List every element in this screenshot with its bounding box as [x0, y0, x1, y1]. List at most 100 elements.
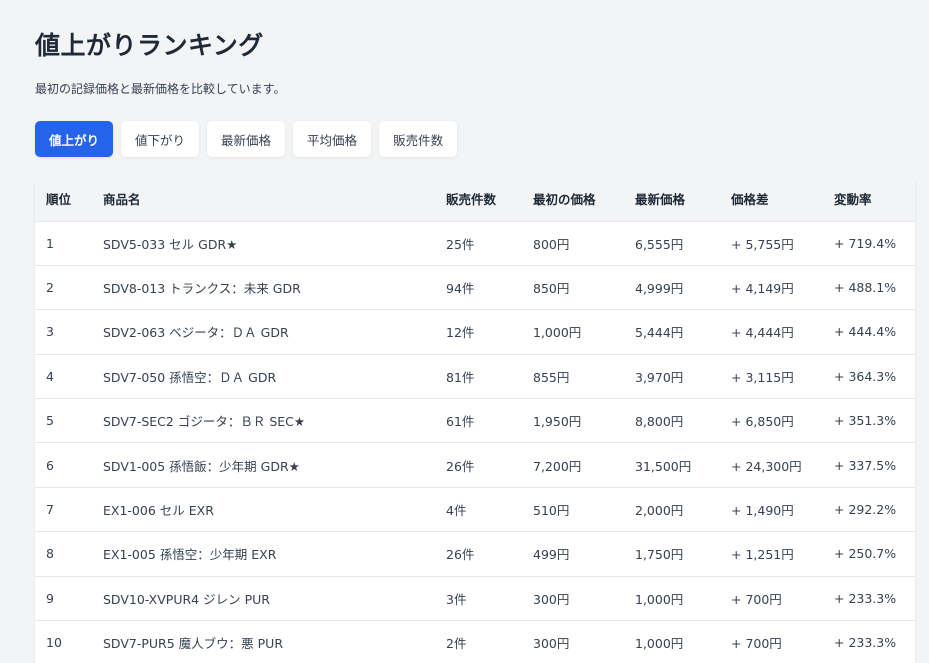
table-row[interactable]: 7 EX1-006 セル EXR 4件 510円 2,000円 + 1,490円 + 292… — [35, 486, 915, 532]
header-rank: 順位 — [46, 192, 72, 208]
rank-cell: 8 — [35, 531, 92, 577]
page-subtitle: 最初の記録価格と最新価格を比較しています。 — [35, 82, 286, 96]
first-price-cell: 499円 — [522, 531, 624, 577]
table-row[interactable]: 3 SDV2-063 ベジータ：ＤＡ GDR 12件 1,000円 5,444円 + 4,… — [35, 309, 915, 355]
change-rate-cell: + 444.4% — [823, 309, 915, 355]
header-first-price: 最初の価格 — [533, 192, 596, 208]
rank-cell: 4 — [35, 353, 92, 399]
ranking-table: 順位 商品名 販売件数 最初の価格 最新価格 価格差 変動率 1 SDV5-033… — [35, 177, 915, 663]
rank-cell: 9 — [35, 575, 92, 621]
rank-cell: 2 — [35, 264, 92, 310]
product-name-cell: SDV7-SEC2 ゴジータ：ＢＲ SEC★ — [92, 398, 435, 443]
first-price-cell: 300円 — [522, 575, 624, 621]
ranking-page: 値上がりランキング 最初の記録価格と最新価格を比較しています。 値上がり 値下が… — [0, 0, 929, 663]
table-row[interactable]: 5 SDV7-SEC2 ゴジータ：ＢＲ SEC★ 61件 1,950円 8,800円 + … — [35, 398, 915, 443]
price-diff-cell: + 24,300円 — [720, 442, 823, 488]
change-rate-cell: + 488.1% — [823, 264, 915, 310]
latest-price-cell: 1,750円 — [624, 531, 720, 577]
header-change-rate: 変動率 — [834, 192, 872, 208]
price-diff-cell: + 3,115円 — [720, 353, 823, 399]
tab-sales-count[interactable]: 販売件数 — [379, 121, 458, 157]
change-rate-cell: + 719.4% — [823, 220, 915, 266]
table-row[interactable]: 9 SDV10-XVPUR4 ジレン PUR 3件 300円 1,000円 + 700円 +… — [35, 575, 915, 621]
header-latest-price: 最新価格 — [635, 192, 686, 208]
first-price-cell: 855円 — [522, 353, 624, 399]
price-diff-cell: + 1,251円 — [720, 531, 823, 577]
header-price-diff: 価格差 — [731, 192, 769, 208]
product-name-cell: SDV2-063 ベジータ：ＤＡ GDR — [92, 309, 435, 355]
product-name-cell: SDV7-PUR5 魔人ブウ：悪 PUR — [92, 620, 435, 663]
product-name-cell: SDV8-013 トランクス：未来 GDR — [92, 264, 435, 310]
sales-count-cell: 12件 — [435, 309, 522, 355]
rank-cell: 7 — [35, 486, 92, 532]
rank-cell: 6 — [35, 442, 92, 488]
first-price-cell: 1,000円 — [522, 309, 624, 355]
sales-count-cell: 3件 — [435, 575, 522, 621]
change-rate-cell: + 292.2% — [823, 486, 915, 532]
sales-count-cell: 26件 — [435, 531, 522, 577]
product-name-cell: SDV7-050 孫悟空：ＤＡ GDR — [92, 353, 435, 399]
rank-cell: 5 — [35, 398, 92, 443]
price-diff-cell: + 4,444円 — [720, 309, 823, 355]
tab-price-increase[interactable]: 値上がり — [35, 121, 114, 157]
sales-count-cell: 2件 — [435, 620, 522, 663]
table-row[interactable]: 4 SDV7-050 孫悟空：ＤＡ GDR 81件 855円 3,970円 + 3,115… — [35, 353, 915, 399]
table-row[interactable]: 1 SDV5-033 セル GDR★ 25件 800円 6,555円 + 5,755円 + … — [35, 220, 915, 266]
tab-latest-price[interactable]: 最新価格 — [207, 121, 286, 157]
tab-price-decrease[interactable]: 値下がり — [121, 121, 200, 157]
latest-price-cell: 5,444円 — [624, 309, 720, 355]
first-price-cell: 7,200円 — [522, 442, 624, 488]
product-name-cell: SDV1-005 孫悟飯：少年期 GDR★ — [92, 442, 435, 488]
table-header-row: 順位 商品名 販売件数 最初の価格 最新価格 価格差 変動率 — [35, 177, 915, 221]
table-row[interactable]: 2 SDV8-013 トランクス：未来 GDR 94件 850円 4,999円 + 4,1… — [35, 264, 915, 310]
sales-count-cell: 61件 — [435, 398, 522, 443]
change-rate-cell: + 250.7% — [823, 531, 915, 577]
first-price-cell: 1,950円 — [522, 398, 624, 443]
price-diff-cell: + 700円 — [720, 575, 823, 621]
latest-price-cell: 31,500円 — [624, 442, 720, 488]
latest-price-cell: 3,970円 — [624, 353, 720, 399]
latest-price-cell: 1,000円 — [624, 620, 720, 663]
price-diff-cell: + 700円 — [720, 620, 823, 663]
tab-average-price[interactable]: 平均価格 — [293, 121, 372, 157]
latest-price-cell: 2,000円 — [624, 486, 720, 532]
change-rate-cell: + 233.3% — [823, 575, 915, 621]
ranking-tabs: 値上がり 値下がり 最新価格 平均価格 販売件数 — [35, 121, 458, 157]
latest-price-cell: 1,000円 — [624, 575, 720, 621]
first-price-cell: 850円 — [522, 264, 624, 310]
product-name-cell: SDV10-XVPUR4 ジレン PUR — [92, 575, 435, 621]
change-rate-cell: + 364.3% — [823, 353, 915, 399]
sales-count-cell: 81件 — [435, 353, 522, 399]
latest-price-cell: 4,999円 — [624, 264, 720, 310]
table-body: 1 SDV5-033 セル GDR★ 25件 800円 6,555円 + 5,755円 + … — [35, 220, 915, 663]
price-diff-cell: + 1,490円 — [720, 486, 823, 532]
latest-price-cell: 6,555円 — [624, 220, 720, 266]
product-name-cell: EX1-006 セル EXR — [92, 486, 435, 532]
product-name-cell: EX1-005 孫悟空：少年期 EXR — [92, 531, 435, 577]
change-rate-cell: + 351.3% — [823, 398, 915, 443]
price-diff-cell: + 5,755円 — [720, 220, 823, 266]
first-price-cell: 510円 — [522, 486, 624, 532]
sales-count-cell: 26件 — [435, 442, 522, 488]
header-product-name: 商品名 — [103, 192, 141, 208]
table-row[interactable]: 8 EX1-005 孫悟空：少年期 EXR 26件 499円 1,750円 + 1,251… — [35, 531, 915, 577]
latest-price-cell: 8,800円 — [624, 398, 720, 443]
first-price-cell: 800円 — [522, 220, 624, 266]
sales-count-cell: 94件 — [435, 264, 522, 310]
price-diff-cell: + 6,850円 — [720, 398, 823, 443]
first-price-cell: 300円 — [522, 620, 624, 663]
change-rate-cell: + 337.5% — [823, 442, 915, 488]
rank-cell: 10 — [35, 620, 92, 663]
change-rate-cell: + 233.3% — [823, 620, 915, 663]
sales-count-cell: 4件 — [435, 486, 522, 532]
header-sales-count: 販売件数 — [446, 192, 497, 208]
rank-cell: 1 — [35, 220, 92, 266]
price-diff-cell: + 4,149円 — [720, 264, 823, 310]
table-row[interactable]: 10 SDV7-PUR5 魔人ブウ：悪 PUR 2件 300円 1,000円 + 700円… — [35, 620, 915, 663]
rank-cell: 3 — [35, 309, 92, 355]
ranking-table-card: 順位 商品名 販売件数 最初の価格 最新価格 価格差 変動率 1 SDV5-033… — [35, 177, 915, 663]
product-name-cell: SDV5-033 セル GDR★ — [92, 220, 435, 266]
page-title: 値上がりランキング — [35, 31, 264, 60]
table-row[interactable]: 6 SDV1-005 孫悟飯：少年期 GDR★ 26件 7,200円 31,500円 + … — [35, 442, 915, 488]
sales-count-cell: 25件 — [435, 220, 522, 266]
